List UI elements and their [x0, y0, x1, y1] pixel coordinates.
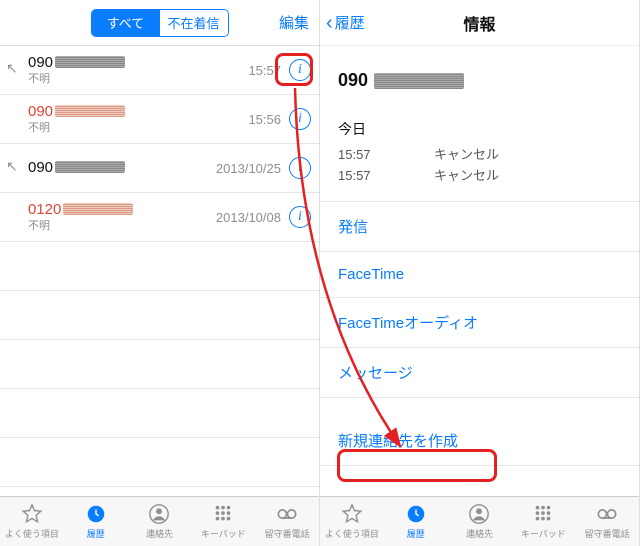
call-row[interactable]: ↖ 090 不明 15:57 i [0, 46, 319, 95]
tab-favorites[interactable]: よく使う項目 [0, 497, 64, 546]
log-row: 15:57 キャンセル [338, 166, 621, 187]
phone-number: 090 [338, 70, 368, 90]
tab-recents[interactable]: 履歴 [64, 497, 128, 546]
action-call[interactable]: 発信 [320, 202, 639, 252]
call-meta: 15:57 [248, 63, 281, 78]
empty-row [0, 242, 319, 291]
log-status: キャンセル [434, 145, 499, 166]
segment-all[interactable]: すべて [92, 10, 160, 36]
tab-label: 連絡先 [146, 527, 173, 540]
call-meta: 2013/10/25 [216, 161, 281, 176]
chevron-left-icon: ‹ [326, 13, 333, 33]
tab-contacts[interactable]: 連絡先 [128, 497, 192, 546]
redacted [55, 56, 125, 68]
call-number: 090 [28, 159, 53, 176]
tab-favorites[interactable]: よく使う項目 [320, 497, 384, 546]
tab-label: 履歴 [87, 527, 105, 540]
back-label: 履歴 [335, 12, 365, 33]
redacted [55, 105, 125, 117]
redacted [55, 161, 125, 173]
keypad-icon [211, 503, 235, 525]
call-row[interactable]: 0120 不明 2013/10/08 i [0, 193, 319, 242]
clock-icon [84, 503, 108, 525]
log-status: キャンセル [434, 166, 499, 187]
info-icon[interactable]: i [289, 108, 311, 130]
call-number: 090 [28, 103, 53, 120]
log-time: 15:57 [338, 145, 434, 166]
segmented-control: すべて 不在着信 [91, 9, 229, 37]
tab-label: 留守番電話 [585, 527, 630, 540]
tab-label: キーパッド [521, 527, 566, 540]
tab-label: よく使う項目 [5, 527, 59, 540]
contacts-icon [467, 503, 491, 525]
empty-row [0, 340, 319, 389]
call-meta: 2013/10/08 [216, 210, 281, 225]
tab-label: 連絡先 [466, 527, 493, 540]
info-pane: ‹ 履歴 情報 090 今日 15:57 キャンセル 15:57 キャンセル 発… [320, 0, 640, 546]
info-icon[interactable]: i [289, 206, 311, 228]
redacted [63, 203, 133, 215]
voicemail-icon [275, 503, 299, 525]
info-icon[interactable]: i [289, 59, 311, 81]
tab-label: よく使う項目 [325, 527, 379, 540]
back-button[interactable]: ‹ 履歴 [326, 12, 365, 33]
tab-voicemail[interactable]: 留守番電話 [255, 497, 319, 546]
action-facetime[interactable]: FaceTime [320, 252, 639, 298]
empty-row [0, 438, 319, 487]
call-row[interactable]: ↖ 090 2013/10/25 i [0, 144, 319, 193]
page-title: 情報 [463, 11, 495, 35]
tab-label: キーパッド [201, 527, 246, 540]
call-subtitle: 不明 [28, 122, 248, 136]
recents-header: すべて 不在着信 編集 [0, 0, 319, 46]
call-subtitle: 不明 [28, 220, 216, 234]
edit-button[interactable]: 編集 [279, 12, 309, 33]
call-number: 090 [28, 54, 53, 71]
today-block: 今日 15:57 キャンセル 15:57 キャンセル [320, 109, 639, 202]
today-label: 今日 [338, 119, 621, 139]
keypad-icon [531, 503, 555, 525]
tab-bar: よく使う項目 履歴 連絡先 キーパッド 留守番電話 [320, 496, 639, 546]
segment-missed[interactable]: 不在着信 [160, 10, 228, 36]
action-facetime-audio[interactable]: FaceTimeオーディオ [320, 298, 639, 348]
info-icon[interactable]: i [289, 157, 311, 179]
star-icon [340, 503, 364, 525]
empty-row [0, 291, 319, 340]
info-header: ‹ 履歴 情報 [320, 0, 639, 46]
redacted [374, 73, 464, 89]
call-list: ↖ 090 不明 15:57 i 090 不明 15:56 i ↖ 090 20… [0, 46, 319, 496]
tab-voicemail[interactable]: 留守番電話 [575, 497, 639, 546]
outgoing-icon: ↖ [6, 60, 18, 77]
tab-recents[interactable]: 履歴 [384, 497, 448, 546]
tab-keypad[interactable]: キーパッド [191, 497, 255, 546]
tab-bar: よく使う項目 履歴 連絡先 キーパッド 留守番電話 [0, 496, 319, 546]
contacts-icon [147, 503, 171, 525]
clock-icon [404, 503, 428, 525]
call-meta: 15:56 [248, 112, 281, 127]
voicemail-icon [595, 503, 619, 525]
recents-pane: すべて 不在着信 編集 ↖ 090 不明 15:57 i 090 不明 15:5… [0, 0, 320, 546]
outgoing-icon: ↖ [6, 158, 18, 175]
create-contact[interactable]: 新規連絡先を作成 [320, 416, 639, 466]
tab-contacts[interactable]: 連絡先 [448, 497, 512, 546]
tab-keypad[interactable]: キーパッド [511, 497, 575, 546]
action-message[interactable]: メッセージ [320, 348, 639, 398]
phone-block: 090 [320, 46, 639, 109]
tab-label: 留守番電話 [265, 527, 310, 540]
call-row[interactable]: 090 不明 15:56 i [0, 95, 319, 144]
empty-row [0, 389, 319, 438]
log-time: 15:57 [338, 166, 434, 187]
info-content: 090 今日 15:57 キャンセル 15:57 キャンセル 発信 FaceTi… [320, 46, 639, 496]
star-icon [20, 503, 44, 525]
call-subtitle: 不明 [28, 73, 248, 87]
log-row: 15:57 キャンセル [338, 145, 621, 166]
call-number: 0120 [28, 201, 61, 218]
tab-label: 履歴 [407, 527, 425, 540]
